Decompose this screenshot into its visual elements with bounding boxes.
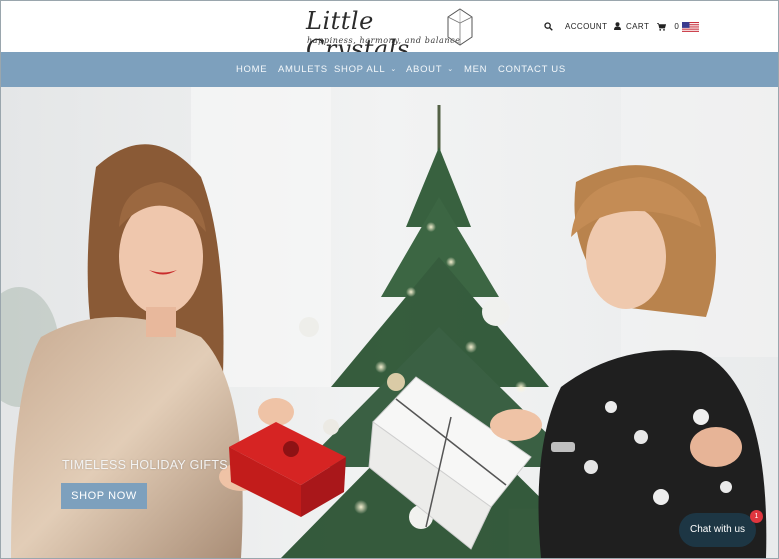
nav-item-label: MEN xyxy=(464,64,488,75)
nav-item-shop-all[interactable]: SHOP ALL ⌄ xyxy=(334,64,397,75)
site-header: Little Crystals happiness, harmony, and … xyxy=(1,1,778,63)
nav-item-label: CONTACT US xyxy=(498,64,566,75)
nav-item-label: ABOUT xyxy=(406,64,443,75)
nav-item-about[interactable]: ABOUT ⌄ xyxy=(406,64,454,75)
main-navigation: HOME AMULETS SHOP ALL ⌄ ABOUT ⌄ MEN CONTAC… xyxy=(1,52,778,87)
chat-button[interactable]: Chat with us xyxy=(679,513,756,547)
nav-item-home[interactable]: HOME xyxy=(236,64,267,75)
crystal-icon xyxy=(447,8,473,46)
nav-item-label: AMULETS xyxy=(278,64,328,75)
site-logo[interactable]: Little Crystals happiness, harmony, and … xyxy=(304,7,479,63)
chat-notification-badge: 1 xyxy=(750,510,763,523)
us-flag-icon[interactable] xyxy=(682,22,699,33)
nav-item-label: SHOP ALL xyxy=(334,64,386,75)
cart-label: CART xyxy=(626,22,650,31)
nav-item-men[interactable]: MEN xyxy=(464,64,487,75)
page-frame: Little Crystals happiness, harmony, and … xyxy=(0,0,779,559)
nav-item-amulets[interactable]: AMULETS xyxy=(278,64,328,75)
search-icon[interactable] xyxy=(544,22,553,31)
chevron-down-icon: ⌄ xyxy=(447,66,454,73)
nav-item-contact-us[interactable]: CONTACT US xyxy=(498,64,566,75)
cart-link[interactable]: CART 0 xyxy=(626,22,679,31)
nav-item-label: HOME xyxy=(236,64,268,75)
cart-count: 0 xyxy=(674,22,680,31)
account-label: ACCOUNT xyxy=(565,22,608,31)
chevron-down-icon: ⌄ xyxy=(390,66,397,73)
hero-caption: TIMELESS HOLIDAY GIFTS xyxy=(62,458,228,472)
shop-now-button[interactable]: SHOP NOW xyxy=(61,483,147,509)
user-icon xyxy=(613,22,621,30)
logo-tagline: happiness, harmony, and balance xyxy=(307,36,461,45)
cart-icon xyxy=(656,23,666,31)
hero-banner: TIMELESS HOLIDAY GIFTS SHOP NOW xyxy=(1,87,778,558)
account-link[interactable]: ACCOUNT xyxy=(565,22,621,31)
